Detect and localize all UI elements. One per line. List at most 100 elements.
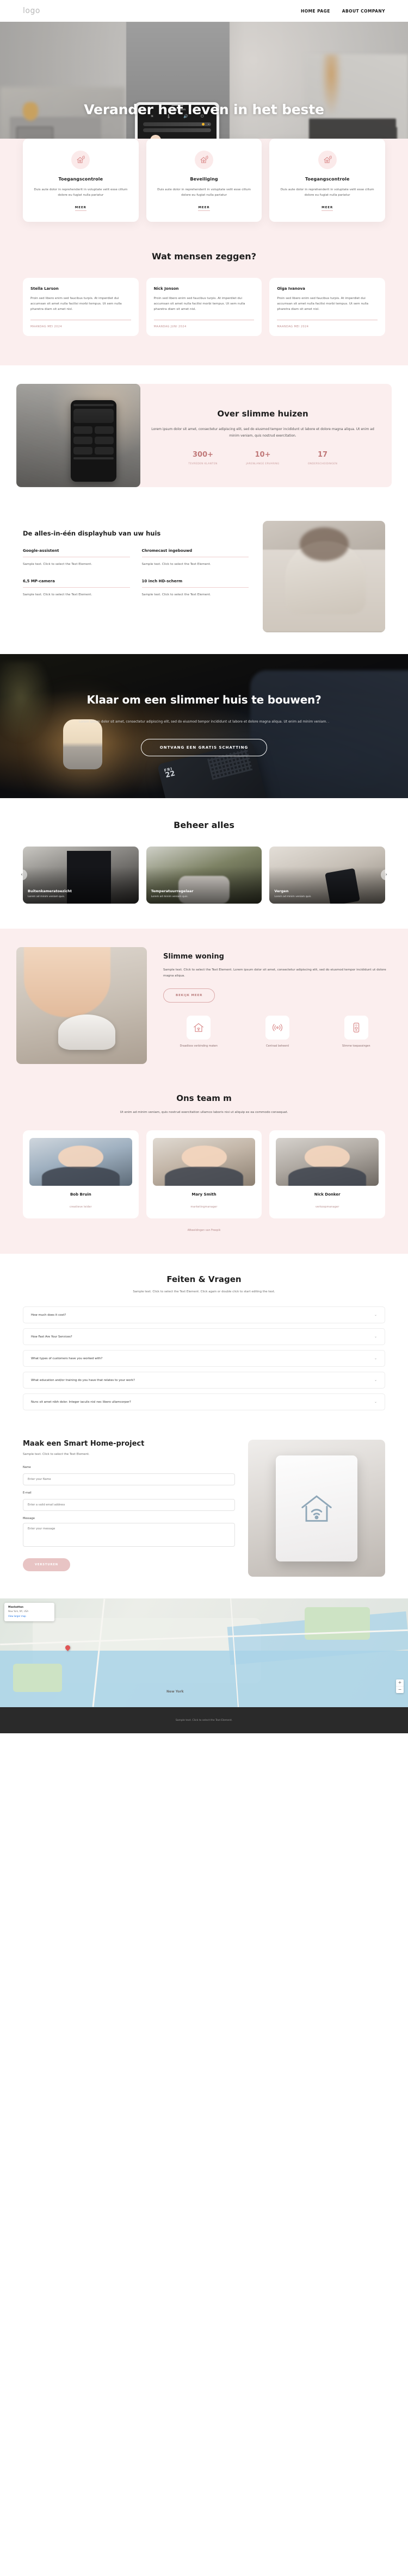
smart-feature: Centraal beheerd xyxy=(242,1015,313,1049)
manage-card[interactable]: Buitenkameratoezicht Lorem ad minim veni… xyxy=(23,846,139,904)
team-member-role: creatieve leider xyxy=(70,1206,92,1209)
smart-home-wifi-icon xyxy=(71,151,90,169)
carousel-prev-icon[interactable]: ‹ xyxy=(16,869,27,881)
hub-feature-title: 6,5 MP-camera xyxy=(23,579,130,588)
testimonial-cards: Stella Larson Proin sed libero enim sed … xyxy=(0,277,408,336)
team-member-name: Mary Smith xyxy=(191,1192,217,1197)
phone-row xyxy=(73,437,114,445)
signal-waves-icon xyxy=(265,1015,289,1040)
faq-item[interactable]: What education and/or training do you ha… xyxy=(23,1372,385,1389)
cta-content: Klaar om een slimmer huis te bouwen? Lor… xyxy=(0,654,408,756)
hero-title: Verander het leven in het beste xyxy=(84,102,324,117)
email-field[interactable] xyxy=(23,1499,235,1511)
faq-subtitle: Sample text. Click to select the Text El… xyxy=(133,1290,275,1294)
about-section: Over slimme huizen Lorem ipsum dolor sit… xyxy=(0,365,408,507)
zoom-in-icon[interactable]: + xyxy=(396,1679,404,1686)
hub-feature-title: Google-assistent xyxy=(23,549,130,558)
contact-form-column: Maak een Smart Home-project Sample text.… xyxy=(23,1440,235,1572)
feature-card-title: Beveiliging xyxy=(190,177,218,182)
feature-card-more-link[interactable]: MEER xyxy=(322,206,333,211)
nav-item-home-page[interactable]: HOME PAGE xyxy=(301,9,330,14)
feature-card[interactable]: Beveiliging Duis aute dolor in reprehend… xyxy=(146,139,262,222)
chevron-down-icon[interactable]: ⌄ xyxy=(374,1378,377,1382)
manage-card-text: Lorem ad minim veniam quis. xyxy=(28,895,65,899)
cta-button[interactable]: ONTVANG EEN GRATIS SCHATTING xyxy=(140,738,268,756)
avatar xyxy=(29,1138,132,1186)
map-larger-link[interactable]: View larger map xyxy=(8,1615,51,1618)
manage-card-title: Vergen xyxy=(274,889,289,894)
feature-card[interactable]: Toegangscontrole Duis aute dolor in repr… xyxy=(23,139,139,222)
smart-feature-label: Draadloos verbinding maken xyxy=(180,1044,218,1048)
chevron-down-icon[interactable]: ⌄ xyxy=(374,1335,377,1339)
smart-feature-label: Slimme toepassingen xyxy=(342,1044,370,1048)
phone-row xyxy=(73,426,114,434)
faq-item[interactable]: Nunc sit amet nibh dolor. Integer iaculi… xyxy=(23,1393,385,1411)
about-content: Over slimme huizen Lorem ipsum dolor sit… xyxy=(134,383,392,487)
chevron-down-icon[interactable]: ⌄ xyxy=(374,1357,377,1360)
testimonial-name: Olga Ivanova xyxy=(277,286,305,291)
team-image-credit[interactable]: Afbeeldingen van Freepik xyxy=(0,1229,408,1232)
send-button[interactable]: VERSTUREN xyxy=(23,1558,71,1572)
faq-item[interactable]: What types of customers have you worked … xyxy=(23,1350,385,1367)
manage-card[interactable]: Vergen Lorem ad minim veniam quis. xyxy=(269,846,386,904)
smart-feature-list: Draadloos verbinding maken Centraal behe… xyxy=(163,1015,392,1049)
carousel-next-icon[interactable]: › xyxy=(381,869,392,881)
phone-card xyxy=(73,409,114,424)
message-field[interactable] xyxy=(23,1523,235,1547)
contact-title: Maak een Smart Home-project xyxy=(23,1440,145,1448)
manage-card-title: Buitenkameratoezicht xyxy=(28,889,72,894)
testimonial-card: Nick Jonson Proin sed libero enim sed fa… xyxy=(146,277,262,336)
smart-home-text: Sample text. Click to select the Text El… xyxy=(163,968,386,978)
feature-card[interactable]: Toegangscontrole Duis aute dolor in repr… xyxy=(269,139,386,222)
faq-item[interactable]: How much does it cost? ⌄ xyxy=(23,1306,385,1324)
hub-content: De alles-in-één displayhub van uw huis G… xyxy=(23,521,249,598)
site-logo[interactable]: logo xyxy=(23,7,40,15)
map-zoom-controls[interactable]: + − xyxy=(396,1679,404,1694)
about-image xyxy=(16,383,140,487)
manage-title: Beheer alles xyxy=(174,819,234,830)
nav-item-about-company[interactable]: ABOUT COMPANY xyxy=(342,9,385,14)
name-field-label: Name xyxy=(23,1466,31,1470)
feature-card-title: Toegangscontrole xyxy=(58,177,103,182)
hub-feature: Google-assistent Sample text. Click to s… xyxy=(23,549,130,567)
manage-card[interactable]: Temperatuurregelaar Lorem ad minim venia… xyxy=(146,846,262,904)
chevron-down-icon[interactable]: ⌄ xyxy=(374,1313,377,1317)
smart-speaker-device xyxy=(58,1015,116,1050)
main-navigation: HOME PAGE ABOUT COMPANY xyxy=(301,9,385,14)
smart-home-image xyxy=(16,947,147,1064)
manage-card-text: Lorem ad minim veniam quis. xyxy=(274,895,312,899)
zoom-out-icon[interactable]: − xyxy=(396,1686,404,1693)
smart-feature-label: Centraal beheerd xyxy=(266,1044,289,1048)
testimonial-text: Proin sed libero enim sed faucibus turpi… xyxy=(153,296,245,312)
phone-line xyxy=(73,457,114,460)
hub-feature-text: Sample text. Click to select the Text El… xyxy=(23,593,92,597)
map-section[interactable]: New York Manhattan New York, NY, USA Vie… xyxy=(0,1598,408,1708)
site-header: logo HOME PAGE ABOUT COMPANY xyxy=(0,0,408,22)
map-city-label: New York xyxy=(166,1690,184,1694)
smart-home-button[interactable]: BEKIJK MEER xyxy=(163,988,215,1003)
chevron-down-icon[interactable]: ⌄ xyxy=(374,1400,377,1404)
about-phone-mockup xyxy=(71,400,117,482)
faq-question: What education and/or training do you ha… xyxy=(31,1378,135,1382)
map-info-card[interactable]: Manhattan New York, NY, USA View larger … xyxy=(4,1603,54,1622)
feature-card-text: Duis aute dolor in reprehenderit in volu… xyxy=(157,188,251,197)
name-field[interactable] xyxy=(23,1473,235,1486)
testimonial-card: Stella Larson Proin sed libero enim sed … xyxy=(23,277,139,336)
phone-line xyxy=(73,404,114,407)
stat-item: 17 ONDERSCHEIDINGEN xyxy=(302,451,343,466)
feature-card-more-link[interactable]: MEER xyxy=(75,206,86,211)
feature-card-more-link[interactable]: MEER xyxy=(198,206,210,211)
hub-image xyxy=(263,520,385,632)
form-group-email: E-mail xyxy=(23,1491,235,1511)
manage-card-title: Temperatuurregelaar xyxy=(151,889,194,894)
testimonial-name: Nick Jonson xyxy=(153,286,179,291)
hub-feature-title: 10 inch HD-scherm xyxy=(141,579,249,588)
testimonial-text: Proin sed libero enim sed faucibus turpi… xyxy=(277,296,369,312)
stat-item: 10+ JARENLANGE ERVARING xyxy=(242,451,283,466)
faq-item[interactable]: How Fast Are Your Services? ⌄ xyxy=(23,1328,385,1346)
smart-home-icon xyxy=(187,1015,211,1040)
footer-text: Sample text. Click to select the Text El… xyxy=(175,1719,233,1722)
tablet-status-bar-2 xyxy=(143,128,211,132)
team-cards: Bob Bruin creatieve leider Mary Smith ma… xyxy=(0,1130,408,1219)
stat-item: 300+ TEVREDEN KLANTEN xyxy=(182,451,224,466)
